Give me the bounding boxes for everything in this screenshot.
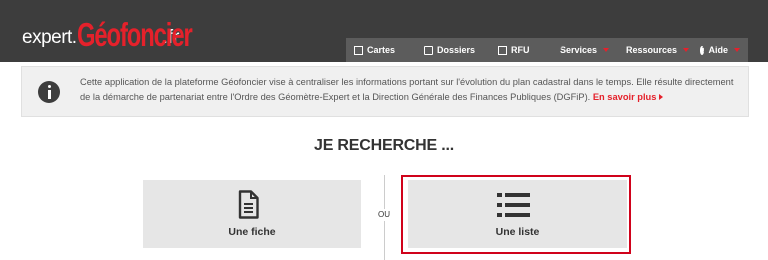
separator-ou: OU: [371, 209, 397, 221]
learn-more-link[interactable]: En savoir plus: [593, 92, 664, 102]
nav-item-dossiers[interactable]: Dossiers: [416, 38, 490, 62]
selection-highlight: [401, 175, 631, 254]
info-text: Cette application de la plateforme Géofo…: [80, 75, 740, 104]
nav-label-dossiers: Dossiers: [437, 45, 476, 55]
nav-label-cartes: Cartes: [367, 45, 396, 55]
nav-label-services: Services: [560, 45, 598, 55]
logo[interactable]: expert. Géofoncier .fr: [22, 16, 193, 54]
option-label: Une fiche: [228, 226, 276, 238]
folder-icon: [424, 45, 433, 55]
logo-prefix: expert.: [22, 27, 77, 48]
caret-down-icon: [683, 48, 690, 52]
caret-down-icon: [734, 48, 740, 52]
page-title: JE RECHERCHE ...: [314, 137, 454, 154]
help-icon: [700, 45, 708, 55]
header: expert. Géofoncier .fr Cartes Dossiers R…: [0, 0, 768, 62]
nav-item-rfu[interactable]: RFU: [490, 38, 548, 62]
nav-item-cartes[interactable]: Cartes: [346, 38, 416, 62]
nav-label-aide: Aide: [708, 45, 728, 55]
learn-more-label: En savoir plus: [592, 91, 657, 102]
document-icon: [238, 190, 259, 219]
map-icon: [354, 45, 363, 55]
nav-item-aide[interactable]: Aide: [692, 38, 748, 62]
nav-label-rfu: RFU: [511, 45, 530, 55]
caret-down-icon: [603, 48, 610, 52]
info-icon: [38, 81, 60, 103]
info-banner: Cette application de la plateforme Géofo…: [21, 66, 749, 117]
nav-label-ressources: Ressources: [626, 45, 678, 55]
nav-item-services[interactable]: Services: [548, 38, 614, 62]
logo-brand: Géofoncier: [76, 16, 193, 54]
nav-item-ressources[interactable]: Ressources: [614, 38, 692, 62]
caret-right-icon: [659, 94, 664, 101]
rfu-icon: [498, 45, 507, 55]
option-une-fiche[interactable]: Une fiche: [143, 180, 361, 248]
main-nav: Cartes Dossiers RFU Services Ressources …: [346, 38, 748, 62]
